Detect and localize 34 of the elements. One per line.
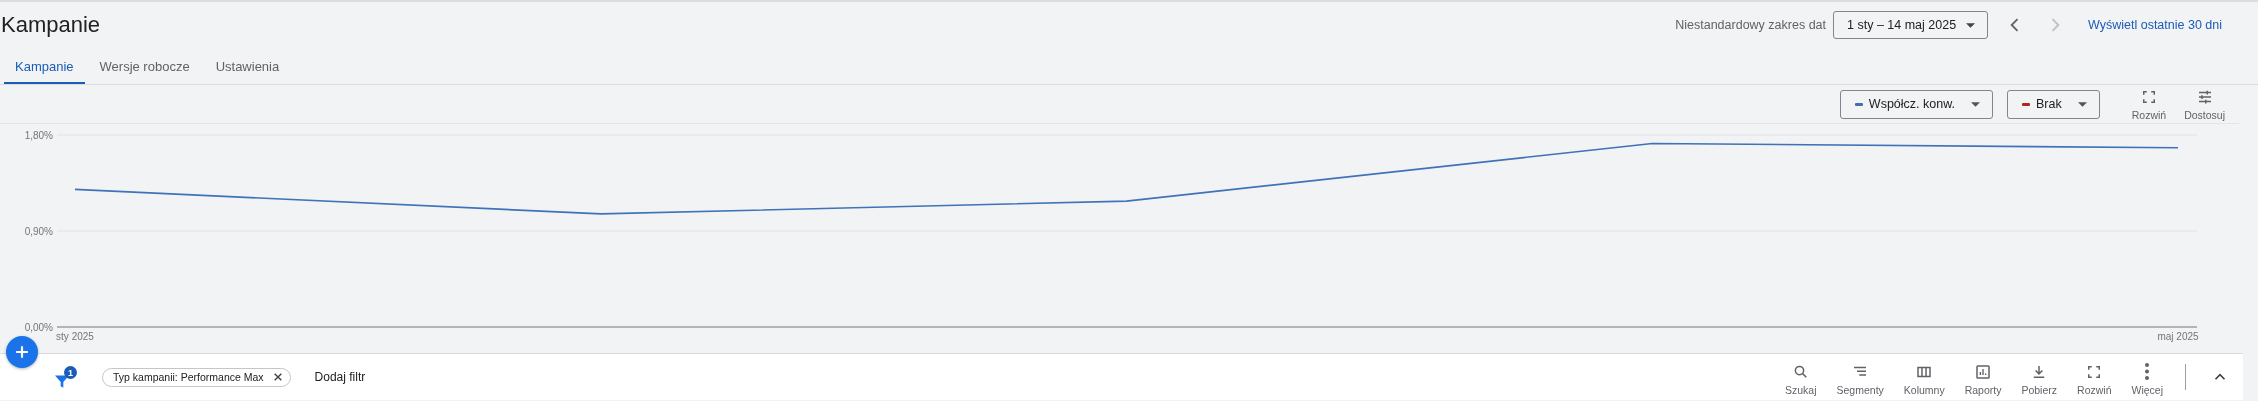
tab[interactable]: Wersje robocze xyxy=(88,48,201,84)
toolbar-button[interactable]: Więcej xyxy=(2131,358,2163,396)
filter-chip-label: Typ kampanii: Performance Max xyxy=(113,371,264,383)
tab[interactable]: Kampanie xyxy=(4,48,85,84)
toolbar-button[interactable]: Pobierz xyxy=(2021,358,2058,396)
more-icon xyxy=(2145,362,2150,380)
add-button[interactable] xyxy=(6,336,38,368)
toolbar-button[interactable]: Kolumny xyxy=(1903,358,1945,396)
bar-chart-icon xyxy=(1974,362,1993,381)
add-filter-button[interactable]: Dodaj filtr xyxy=(314,370,366,384)
expand-button[interactable]: Rozwiń xyxy=(2131,87,2167,121)
toolbar-button[interactable]: Szukaj xyxy=(1785,358,1817,396)
y-tick-label: 0,00% xyxy=(24,321,53,333)
date-range-dropdown[interactable]: 1 sty – 14 maj 2025 xyxy=(1833,11,1988,39)
caret-icon xyxy=(1971,101,1980,107)
close-icon[interactable] xyxy=(272,372,283,382)
last-30-days-link[interactable]: Wyświetl ostatnie 30 dni xyxy=(2088,18,2222,32)
x-tick-label: maj 2025 xyxy=(2157,331,2199,342)
metric-dropdown[interactable]: Współcz. konw. xyxy=(1839,89,1993,119)
y-tick-label: 0,90% xyxy=(24,225,53,237)
toolbar-button[interactable]: Raporty xyxy=(1964,358,2002,396)
caret-icon xyxy=(1966,22,1975,28)
filter-count-badge: 1 xyxy=(64,366,77,379)
caret-icon xyxy=(2077,101,2087,107)
tab[interactable]: Ustawienia xyxy=(204,48,291,84)
date-range-label: Niestandardowy zakres dat xyxy=(1675,18,1826,32)
toolbar-button[interactable]: Segmenty xyxy=(1836,358,1884,396)
metric-dropdown[interactable]: Brak xyxy=(2007,89,2100,119)
page-title: Kampanie xyxy=(1,12,101,38)
x-tick-label: sty 2025 xyxy=(56,331,94,342)
filter-icon[interactable] xyxy=(55,375,69,388)
y-tick-label: 1,80% xyxy=(24,129,53,141)
customize-button[interactable]: Dostosuj xyxy=(2184,87,2225,121)
toolbar-button[interactable]: Rozwiń xyxy=(2077,358,2112,396)
